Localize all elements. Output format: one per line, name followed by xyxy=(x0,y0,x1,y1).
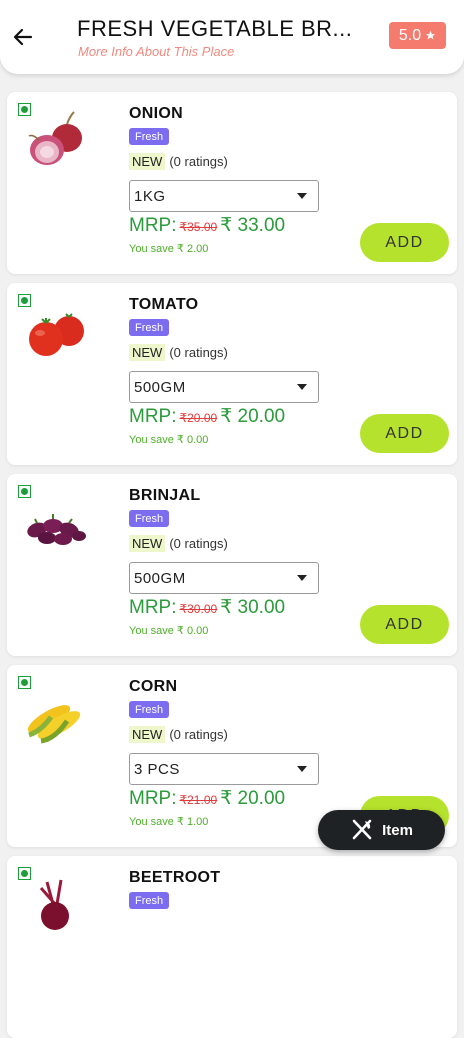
caret-down-icon xyxy=(297,384,307,390)
fresh-badge: Fresh xyxy=(129,128,170,145)
current-price: ₹ 30.00 xyxy=(220,597,286,618)
unit-select[interactable]: 3 PCS xyxy=(129,753,319,785)
unit-value: 1KG xyxy=(134,187,166,205)
savings-text: You save ₹ 1.00 xyxy=(129,816,209,828)
ratings-count: (0 ratings) xyxy=(169,345,228,360)
new-tag: NEW xyxy=(129,344,166,361)
add-button[interactable]: ADD xyxy=(360,223,449,262)
page-title: FRESH VEGETABLE BR... xyxy=(77,16,353,41)
old-price: ₹30.00 xyxy=(179,602,218,616)
product-card-brinjal: BRINJAL Fresh NEW (0 ratings) 500GM MRP:… xyxy=(7,474,457,656)
product-name: TOMATO xyxy=(129,296,199,313)
ratings-count: (0 ratings) xyxy=(169,536,228,551)
star-icon xyxy=(426,30,436,40)
arrow-left-icon xyxy=(13,28,33,46)
unit-select[interactable]: 500GM xyxy=(129,562,319,594)
unit-select[interactable]: 500GM xyxy=(129,371,319,403)
price-row: MRP: ₹21.00 ₹ 20.00 xyxy=(129,787,285,810)
current-price: ₹ 20.00 xyxy=(220,788,286,809)
corn-image xyxy=(27,705,81,744)
price-row: MRP: ₹35.00 ₹ 33.00 xyxy=(129,214,285,237)
onion-image xyxy=(28,111,82,165)
add-button[interactable]: ADD xyxy=(360,605,449,644)
mrp-label: MRP: xyxy=(129,597,177,618)
tomato-image xyxy=(29,313,84,356)
savings-text: You save ₹ 2.00 xyxy=(129,243,209,255)
caret-down-icon xyxy=(297,766,307,772)
item-menu-label: Item xyxy=(382,821,413,839)
fresh-badge: Fresh xyxy=(129,510,170,527)
new-tag: NEW xyxy=(129,535,166,552)
ratings-count: (0 ratings) xyxy=(169,727,228,742)
savings-text: You save ₹ 0.00 xyxy=(129,434,209,446)
app-header: FRESH VEGETABLE BR... More Info About Th… xyxy=(0,0,464,74)
old-price: ₹21.00 xyxy=(179,793,218,807)
back-button[interactable] xyxy=(8,22,38,52)
savings-text: You save ₹ 0.00 xyxy=(129,625,209,637)
item-menu-button[interactable]: Item xyxy=(318,810,445,850)
product-name: BEETROOT xyxy=(129,869,221,886)
fresh-badge: Fresh xyxy=(129,892,170,909)
rating-row: NEW (0 ratings) xyxy=(129,535,228,552)
fork-knife-icon xyxy=(352,819,372,840)
price-row: MRP: ₹30.00 ₹ 30.00 xyxy=(129,596,285,619)
product-card-beetroot: BEETROOT Fresh xyxy=(7,856,457,1038)
price-row: MRP: ₹20.00 ₹ 20.00 xyxy=(129,405,285,428)
old-price: ₹35.00 xyxy=(179,220,218,234)
rating-row: NEW (0 ratings) xyxy=(129,153,228,170)
caret-down-icon xyxy=(297,575,307,581)
product-name: CORN xyxy=(129,678,178,695)
mrp-label: MRP: xyxy=(129,406,177,427)
unit-value: 3 PCS xyxy=(134,760,180,778)
current-price: ₹ 33.00 xyxy=(220,215,286,236)
old-price: ₹20.00 xyxy=(179,411,218,425)
product-card-tomato: TOMATO Fresh NEW (0 ratings) 500GM MRP: … xyxy=(7,283,457,465)
fresh-badge: Fresh xyxy=(129,701,170,718)
fresh-badge: Fresh xyxy=(129,319,170,336)
rating-value: 5.0 xyxy=(398,26,422,44)
more-info-link[interactable]: More Info About This Place xyxy=(78,44,234,59)
unit-select[interactable]: 1KG xyxy=(129,180,319,212)
product-card-onion: ONION Fresh NEW (0 ratings) 1KG MRP: ₹35… xyxy=(7,92,457,274)
new-tag: NEW xyxy=(129,153,166,170)
caret-down-icon xyxy=(297,193,307,199)
unit-value: 500GM xyxy=(134,378,186,396)
new-tag: NEW xyxy=(129,726,166,743)
unit-value: 500GM xyxy=(134,569,186,587)
mrp-label: MRP: xyxy=(129,788,177,809)
rating-row: NEW (0 ratings) xyxy=(129,726,228,743)
add-button[interactable]: ADD xyxy=(360,414,449,453)
ratings-count: (0 ratings) xyxy=(169,154,228,169)
beetroot-image xyxy=(39,879,69,930)
brinjal-image xyxy=(27,514,86,545)
rating-row: NEW (0 ratings) xyxy=(129,344,228,361)
rating-badge: 5.0 xyxy=(389,22,446,49)
current-price: ₹ 20.00 xyxy=(220,406,286,427)
mrp-label: MRP: xyxy=(129,215,177,236)
product-name: BRINJAL xyxy=(129,487,201,504)
product-name: ONION xyxy=(129,105,183,122)
